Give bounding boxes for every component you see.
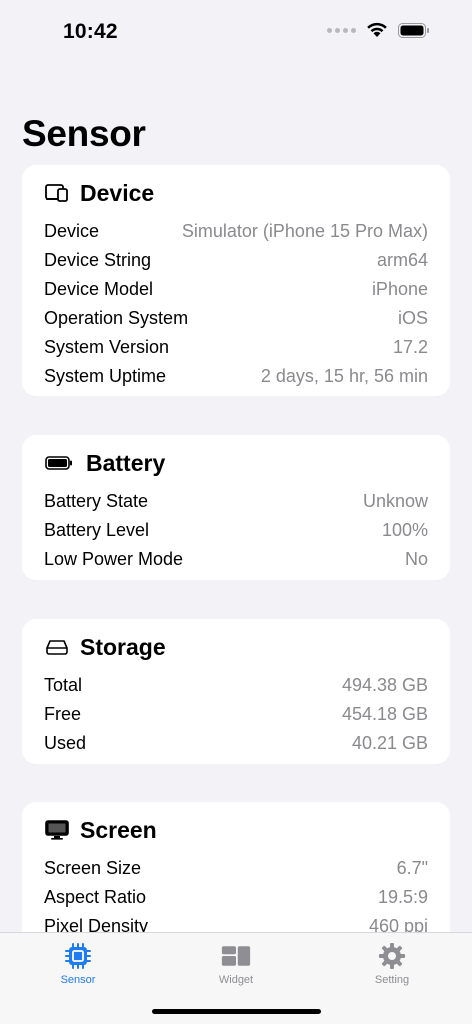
gear-icon <box>377 941 407 971</box>
battery-level-row: Battery Level 100% <box>44 516 428 545</box>
row-value: 460 ppi <box>368 916 428 932</box>
content-scroll-area[interactable]: Sensor Device Device Simulator (iPhone 15… <box>0 0 472 932</box>
screen-card-header: Screen <box>44 816 428 844</box>
row-label: Free <box>44 704 82 724</box>
row-value: 6.7" <box>396 858 428 878</box>
row-label: Battery State <box>44 491 149 511</box>
device-card-header: Device <box>44 179 428 207</box>
storage-card-header: Storage <box>44 633 428 661</box>
aspect-ratio-row: Aspect Ratio 19.5:9 <box>44 883 428 912</box>
row-label: Device String <box>44 250 152 270</box>
page-title: Sensor <box>22 113 146 154</box>
battery-card-title: Battery <box>86 449 166 476</box>
device-card: Device Device Simulator (iPhone 15 Pro Ma… <box>22 165 450 396</box>
tab-label: Setting <box>374 974 410 986</box>
row-value: 19.5:9 <box>377 887 428 907</box>
row-value: 100% <box>381 520 428 540</box>
row-value: arm64 <box>376 250 428 270</box>
display-icon <box>44 819 70 841</box>
device-string-row: Device String arm64 <box>44 246 428 275</box>
row-label: Aspect Ratio <box>44 887 147 907</box>
row-value: Unknow <box>362 491 428 511</box>
row-value: 17.2 <box>392 337 428 357</box>
row-label: Screen Size <box>44 858 142 878</box>
screen-size-row: Screen Size 6.7" <box>44 854 428 883</box>
operation-system-row: Operation System iOS <box>44 304 428 333</box>
row-value: iOS <box>397 308 428 328</box>
widget-grid-icon <box>221 941 251 971</box>
screen-card: Screen Screen Size 6.7" Aspect Ratio 19.5:… <box>22 802 450 932</box>
battery-icon <box>44 452 74 474</box>
device-card-title: Device <box>80 179 155 206</box>
battery-card: Battery Battery State Unknow Battery Leve… <box>22 435 450 580</box>
row-value: Simulator (iPhone 15 Pro Max) <box>181 221 428 241</box>
row-value: 454.18 GB <box>341 704 428 724</box>
device-model-row: Device Model iPhone <box>44 275 428 304</box>
system-uptime-row: System Uptime 2 days, 15 hr, 56 min <box>44 362 428 391</box>
row-value: 40.21 GB <box>351 733 428 753</box>
row-value: No <box>404 549 428 569</box>
row-value: 2 days, 15 hr, 56 min <box>260 366 428 386</box>
internal-drive-icon <box>44 636 70 658</box>
storage-card: Storage Total 494.38 GB Free 454.18 GB Use… <box>22 619 450 764</box>
storage-card-title: Storage <box>80 633 166 660</box>
tab-label: Sensor <box>60 974 96 986</box>
tab-label: Widget <box>218 974 254 986</box>
row-label: System Version <box>44 337 170 357</box>
cpu-chip-icon <box>63 941 93 971</box>
row-label: Used <box>44 733 87 753</box>
row-label: Operation System <box>44 308 189 328</box>
storage-total-row: Total 494.38 GB <box>44 671 428 700</box>
row-label: System Uptime <box>44 366 167 386</box>
tab-widget[interactable]: Widget <box>196 941 276 986</box>
row-value: 494.38 GB <box>341 675 428 695</box>
tab-setting[interactable]: Setting <box>352 941 432 986</box>
tab-sensor[interactable]: Sensor <box>38 941 118 986</box>
row-label: Device <box>44 221 100 241</box>
screen-card-title: Screen <box>80 816 157 843</box>
home-indicator[interactable] <box>152 1009 321 1014</box>
storage-free-row: Free 454.18 GB <box>44 700 428 729</box>
device-row: Device Simulator (iPhone 15 Pro Max) <box>44 217 428 246</box>
storage-used-row: Used 40.21 GB <box>44 729 428 758</box>
battery-card-header: Battery <box>44 449 428 477</box>
device-icon <box>44 182 70 204</box>
row-label: Total <box>44 675 83 695</box>
low-power-mode-row: Low Power Mode No <box>44 545 428 574</box>
row-label: Low Power Mode <box>44 549 184 569</box>
pixel-density-row: Pixel Density 460 ppi <box>44 912 428 932</box>
row-value: iPhone <box>371 279 428 299</box>
battery-state-row: Battery State Unknow <box>44 487 428 516</box>
row-label: Battery Level <box>44 520 150 540</box>
row-label: Pixel Density <box>44 916 149 932</box>
system-version-row: System Version 17.2 <box>44 333 428 362</box>
row-label: Device Model <box>44 279 154 299</box>
